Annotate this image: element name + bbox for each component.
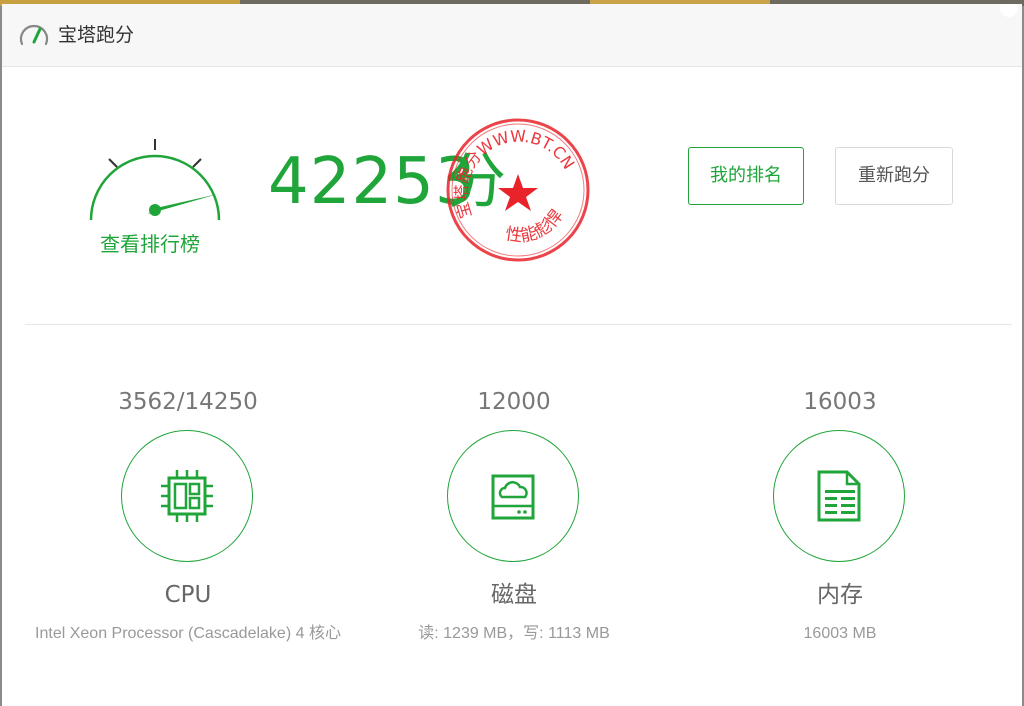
- metric-disk-value: 12000: [477, 389, 551, 415]
- gauge-icon: [89, 139, 221, 221]
- metric-memory: 16003 内存 16003 MB: [670, 382, 1010, 682]
- dialog-titlebar: 宝塔跑分: [2, 4, 1022, 67]
- metric-cpu-name: CPU: [164, 582, 212, 608]
- retest-button[interactable]: 重新跑分: [835, 147, 953, 205]
- my-rank-button[interactable]: 我的排名: [688, 147, 804, 205]
- metric-disk-name: 磁盘: [491, 582, 537, 608]
- seal-stamp: 宝塔跑分WWW.BT.CN 性能彪悍: [446, 118, 590, 262]
- speedometer-icon: [19, 24, 49, 46]
- section-divider: [25, 324, 1012, 325]
- metric-disk-circle: [447, 430, 579, 562]
- view-leaderboard-link[interactable]: 查看排行榜: [100, 230, 200, 258]
- metric-cpu-description: Intel Xeon Processor (Cascadelake) 4 核心: [35, 625, 341, 642]
- metric-cpu-circle: [121, 430, 253, 562]
- memory-sheet-icon: [817, 470, 861, 522]
- metric-memory-description: 16003 MB: [803, 625, 877, 642]
- close-icon[interactable]: [998, 4, 1020, 26]
- metric-memory-name: 内存: [817, 582, 863, 608]
- metric-memory-value: 16003: [803, 389, 877, 415]
- metric-cpu: 3562/14250 CPU Intel Xeon Processor (Cas…: [18, 382, 358, 682]
- svg-text:宝塔跑分WWW.BT.CN: 宝塔跑分WWW.BT.CN: [452, 127, 579, 221]
- metric-memory-circle: [773, 430, 905, 562]
- disk-drive-icon: [491, 474, 535, 520]
- seal-top-text: 宝塔跑分WWW.BT.CN: [452, 127, 579, 221]
- metric-disk: 12000 磁盘 读: 1239 MB，写: 1113 MB: [344, 382, 684, 682]
- benchmark-dialog: 宝塔跑分 查看排行榜 42253 分 宝塔跑分WWW.BT.CN 性能彪悍 我的…: [2, 4, 1022, 706]
- metric-cpu-value: 3562/14250: [118, 389, 258, 415]
- metric-disk-description: 读: 1239 MB，写: 1113 MB: [418, 625, 610, 642]
- cpu-chip-icon: [161, 470, 213, 522]
- dialog-title: 宝塔跑分: [58, 24, 135, 46]
